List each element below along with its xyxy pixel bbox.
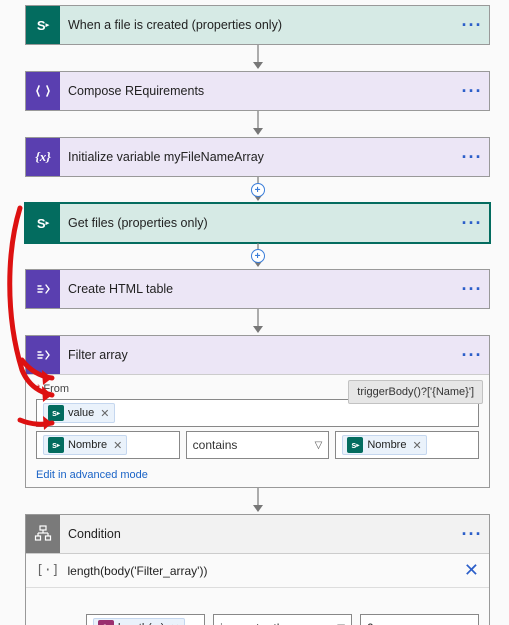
step-menu-button[interactable]: ··· — [455, 524, 489, 545]
step-title: Filter array — [60, 348, 455, 362]
select-value: is greater than — [220, 621, 297, 625]
step-title: Get files (properties only) — [60, 216, 455, 230]
step-title: Compose REquirements — [60, 84, 455, 98]
condition-expression-text: length(body('Filter_array')) — [67, 564, 455, 578]
token-remove-icon[interactable]: ✕ — [410, 439, 421, 452]
connector-arrow — [25, 45, 490, 71]
connector-arrow: + — [25, 243, 490, 269]
step-title: Initialize variable myFileNameArray — [60, 150, 455, 164]
step-title: Create HTML table — [60, 282, 455, 296]
step-menu-button[interactable]: ··· — [455, 345, 489, 366]
select-value: contains — [193, 438, 238, 452]
tooltip-expression-chip: triggerBody()?['{Name}'] — [348, 380, 483, 404]
dynamic-token-length[interactable]: fx length(...) ✕ — [93, 618, 185, 625]
filter-left-input[interactable]: s▸ Nombre ✕ — [36, 431, 180, 459]
insert-step-button[interactable]: + — [251, 249, 265, 263]
insert-step-button[interactable]: + — [251, 183, 265, 197]
step-title: When a file is created (properties only) — [60, 18, 455, 32]
variable-icon: {x} — [26, 138, 60, 176]
connector-arrow: + — [25, 177, 490, 203]
connector-arrow — [25, 309, 490, 335]
sharepoint-icon: S▸ — [26, 204, 60, 242]
condition-operator-select[interactable]: is greater than ▽ — [213, 614, 352, 625]
step-menu-button[interactable]: ··· — [455, 147, 489, 168]
token-label: value — [68, 407, 94, 419]
sharepoint-token-icon: s▸ — [347, 437, 363, 453]
token-remove-icon[interactable]: ✕ — [111, 439, 122, 452]
sharepoint-icon: S▸ — [26, 6, 60, 44]
close-icon[interactable]: ✕ — [464, 560, 479, 581]
chevron-down-icon: ▽ — [315, 440, 323, 451]
token-label: Nombre — [367, 439, 406, 451]
flow-step-trigger[interactable]: S▸ When a file is created (properties on… — [25, 5, 490, 45]
condition-value-text: 0 — [367, 621, 374, 625]
flow-step-compose[interactable]: Compose REquirements ··· — [25, 71, 490, 111]
token-label: Nombre — [68, 439, 107, 451]
dynamic-token-value[interactable]: s▸ value ✕ — [43, 403, 115, 423]
condition-icon — [26, 515, 60, 553]
filter-right-input[interactable]: s▸ Nombre ✕ — [335, 431, 479, 459]
step-menu-button[interactable]: ··· — [455, 213, 489, 234]
connector-arrow — [25, 111, 490, 137]
step-title: Condition — [60, 527, 455, 541]
step-menu-button[interactable]: ··· — [455, 279, 489, 300]
dynamic-token-nombre-right[interactable]: s▸ Nombre ✕ — [342, 435, 426, 455]
data-operation-icon — [26, 72, 60, 110]
connector-arrow — [25, 488, 490, 514]
condition-expression-row: [·] length(body('Filter_array')) ✕ — [26, 554, 489, 588]
data-operation-icon — [26, 336, 60, 374]
condition-left-input[interactable]: fx length(...) ✕ — [86, 614, 205, 625]
token-remove-icon[interactable]: ✕ — [98, 407, 109, 420]
flow-step-get-files[interactable]: S▸ Get files (properties only) ··· — [25, 203, 490, 243]
condition-value-input[interactable]: 0 — [360, 614, 479, 625]
flow-step-filter-array[interactable]: Filter array ··· From s▸ value ✕ — [25, 335, 490, 488]
dynamic-token-nombre-left[interactable]: s▸ Nombre ✕ — [43, 435, 127, 455]
token-remove-icon[interactable]: ✕ — [168, 622, 179, 625]
flow-step-init-variable[interactable]: {x} Initialize variable myFileNameArray … — [25, 137, 490, 177]
flow-step-html-table[interactable]: Create HTML table ··· — [25, 269, 490, 309]
brackets-icon: [·] — [36, 563, 59, 578]
step-menu-button[interactable]: ··· — [455, 15, 489, 36]
flow-step-condition[interactable]: Condition ··· [·] length(body('Filter_ar… — [25, 514, 490, 625]
step-menu-button[interactable]: ··· — [455, 81, 489, 102]
edit-advanced-mode-link[interactable]: Edit in advanced mode — [36, 469, 148, 481]
sharepoint-token-icon: s▸ — [48, 437, 64, 453]
expression-token-icon: fx — [98, 620, 114, 625]
data-operation-icon — [26, 270, 60, 308]
filter-operator-select[interactable]: contains ▽ — [186, 431, 330, 459]
sharepoint-token-icon: s▸ — [48, 405, 64, 421]
